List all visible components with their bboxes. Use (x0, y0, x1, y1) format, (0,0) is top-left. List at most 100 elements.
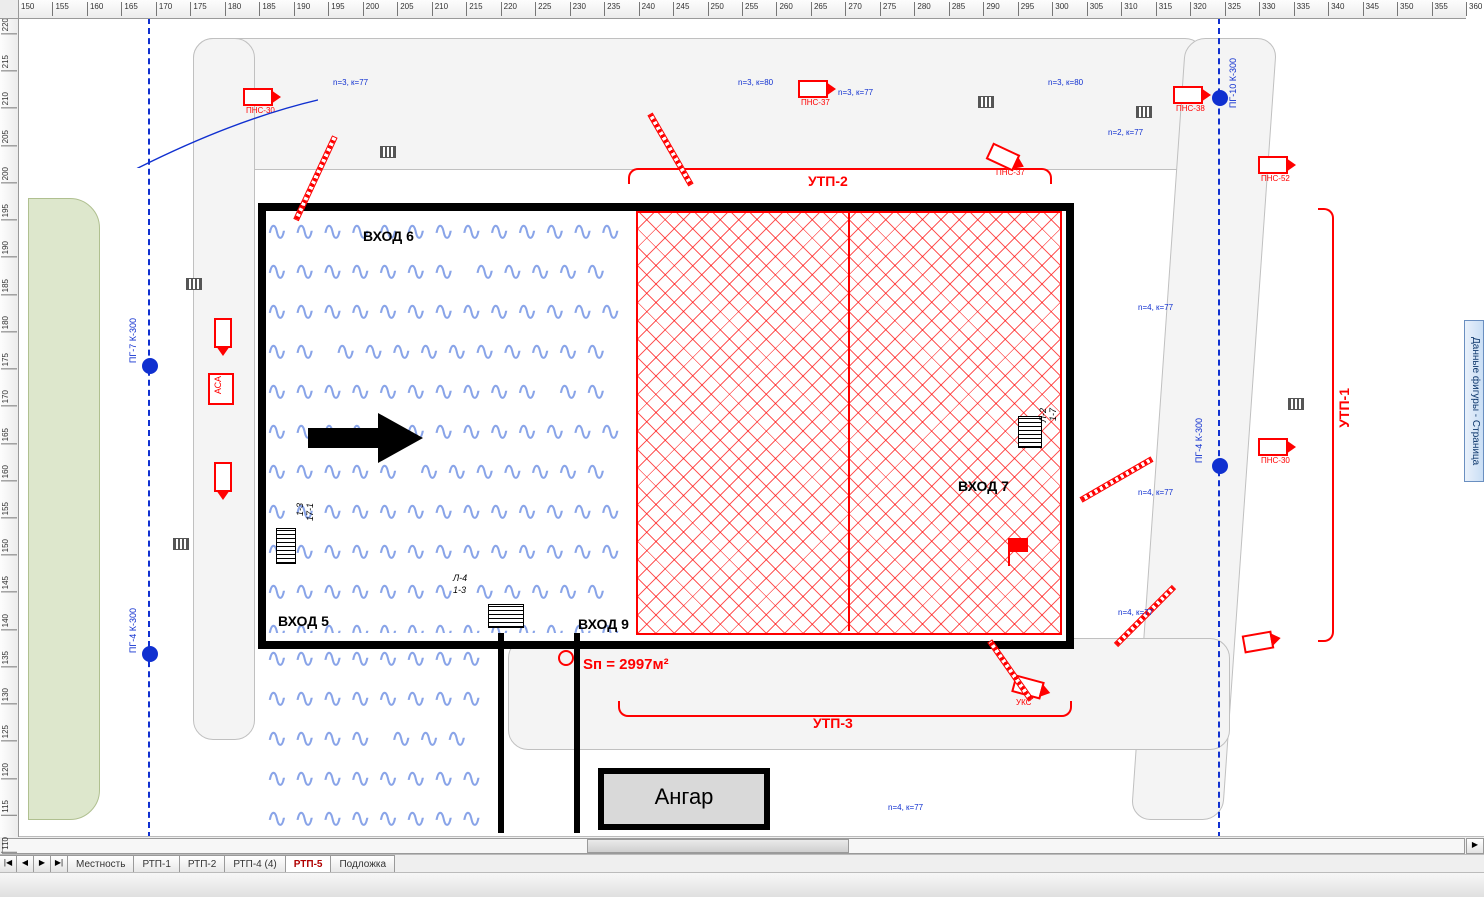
line-label: 1-3 (453, 585, 466, 595)
ruler-tick: 340 (1328, 2, 1344, 16)
fire-origin-marker (558, 650, 574, 666)
ruler-tick: 280 (914, 2, 930, 16)
connector-icon (1288, 398, 1304, 410)
hose-param: n=3, к=80 (738, 78, 773, 87)
hydrant-icon (1212, 458, 1228, 474)
ruler-tick: 200 (363, 2, 379, 16)
ruler-tick: 255 (742, 2, 758, 16)
hose-param: n=4, к=77 (1138, 488, 1173, 497)
utp-label: УТП-1 (1336, 388, 1352, 428)
ruler-tick: 330 (1259, 2, 1275, 16)
hose-param: n=4, к=77 (888, 803, 923, 812)
fire-front-line (848, 211, 850, 631)
connector-icon (380, 146, 396, 158)
ruler-tick: 300 (1052, 2, 1068, 16)
stairs-icon (488, 604, 524, 628)
fire-truck-icon (214, 462, 232, 492)
hydrant-label: ПГ-10 К-300 (1228, 58, 1238, 108)
truck-caption: ПНС-38 (1176, 104, 1205, 113)
ruler-tick: 165 (1, 428, 17, 444)
ruler-horizontal[interactable]: 1501551601651701751801851901952002052102… (18, 0, 1466, 19)
ruler-tick: 215 (466, 2, 482, 16)
ruler-tick: 205 (397, 2, 413, 16)
line-label: 1-3 (295, 503, 305, 516)
water-main-right (1218, 18, 1220, 837)
hose-param: n=4, к=77 (1118, 608, 1153, 617)
page-tab-4[interactable]: РТП-5 (285, 855, 332, 873)
connector-icon (186, 278, 202, 290)
ruler-tick: 190 (294, 2, 310, 16)
ruler-tick: 150 (18, 2, 34, 16)
status-bar (0, 872, 1484, 897)
ruler-tick: 270 (845, 2, 861, 16)
ruler-tick: 235 (604, 2, 620, 16)
page-tab-3[interactable]: РТП-4 (4) (224, 855, 285, 873)
fire-truck-icon (1242, 631, 1275, 654)
hydrant-label: ПГ-4 К-300 (1194, 418, 1204, 463)
ruler-tick: 325 (1225, 2, 1241, 16)
drawing-canvas[interactable]: ПГ-7 К-300 ПГ-4 К-300 ПГ-10 К-300 ПГ-4 К… (18, 18, 1466, 837)
entry-label: ВХОД 7 (958, 478, 1009, 494)
ruler-tick: 315 (1156, 2, 1172, 16)
command-flag-icon (1008, 538, 1028, 552)
smoke-zone (266, 638, 496, 837)
ruler-tick: 160 (87, 2, 103, 16)
ruler-tick: 355 (1432, 2, 1448, 16)
hydrant-icon (1212, 90, 1228, 106)
ruler-tick: 210 (1, 92, 17, 108)
shape-data-panel-tab[interactable]: Данные фигуры - Страница (1464, 320, 1484, 482)
line-label: Л-4 (453, 573, 467, 583)
tab-last-button[interactable]: ▶| (50, 855, 68, 873)
tab-prev-button[interactable]: ◀ (16, 855, 34, 873)
road-top (193, 38, 1205, 170)
ruler-tick: 345 (1363, 2, 1379, 16)
connector-icon (1136, 106, 1152, 118)
hose-param: n=3, к=77 (838, 88, 873, 97)
hydrant-icon (142, 358, 158, 374)
fire-truck-icon (1258, 438, 1288, 456)
hscroll-right[interactable]: ▶ (1466, 838, 1484, 854)
fire-area-label: Sп = 2997м² (583, 656, 669, 673)
truck-caption: ПНС-52 (1261, 174, 1290, 183)
ruler-corner (0, 0, 19, 19)
tab-next-button[interactable]: ▶ (33, 855, 51, 873)
ruler-tick: 190 (1, 241, 17, 257)
grass-patch (28, 198, 100, 820)
hscroll-thumb[interactable] (587, 839, 849, 853)
ruler-tick: 110 (1, 837, 17, 853)
page-tab-0[interactable]: Местность (67, 855, 134, 873)
connector-icon (173, 538, 189, 550)
ruler-tick: 205 (1, 130, 17, 146)
hangar-box: Ангар (598, 768, 770, 830)
tab-first-button[interactable]: |◀ (0, 855, 17, 873)
ruler-tick: 170 (156, 2, 172, 16)
tab-nav: |◀ ◀ ▶ ▶| (0, 855, 68, 873)
utp-label: УТП-3 (813, 715, 853, 731)
ruler-tick: 260 (776, 2, 792, 16)
page-tab-2[interactable]: РТП-2 (179, 855, 225, 873)
ruler-tick: 210 (432, 2, 448, 16)
hydrant-icon (142, 646, 158, 662)
entry-label: ВХОД 6 (363, 228, 414, 244)
ruler-tick: 195 (328, 2, 344, 16)
ruler-tick: 350 (1397, 2, 1413, 16)
ruler-tick: 120 (1, 763, 17, 779)
hangar-label: Ангар (655, 784, 714, 809)
ruler-tick: 220 (1, 18, 17, 34)
page-tab-5[interactable]: Подложка (330, 855, 395, 873)
ruler-tick: 125 (1, 725, 17, 741)
page-tabs: |◀ ◀ ▶ ▶| МестностьРТП-1РТП-2РТП-4 (4)РТ… (0, 854, 1484, 873)
horizontal-scrollbar[interactable]: ▶ (0, 836, 1484, 855)
ruler-tick: 200 (1, 167, 17, 183)
ruler-tick: 165 (121, 2, 137, 16)
road-bottom (508, 638, 1230, 750)
hose-param: n=3, к=80 (1048, 78, 1083, 87)
ruler-vertical[interactable]: 1101151201251301351401451501551601651701… (0, 18, 19, 837)
hscroll-track[interactable] (2, 838, 1465, 854)
ruler-tick: 155 (1, 502, 17, 518)
ruler-tick: 180 (225, 2, 241, 16)
ruler-tick: 290 (983, 2, 999, 16)
line-label: 17-1 (305, 503, 315, 521)
ruler-tick: 215 (1, 55, 17, 71)
page-tab-1[interactable]: РТП-1 (133, 855, 179, 873)
